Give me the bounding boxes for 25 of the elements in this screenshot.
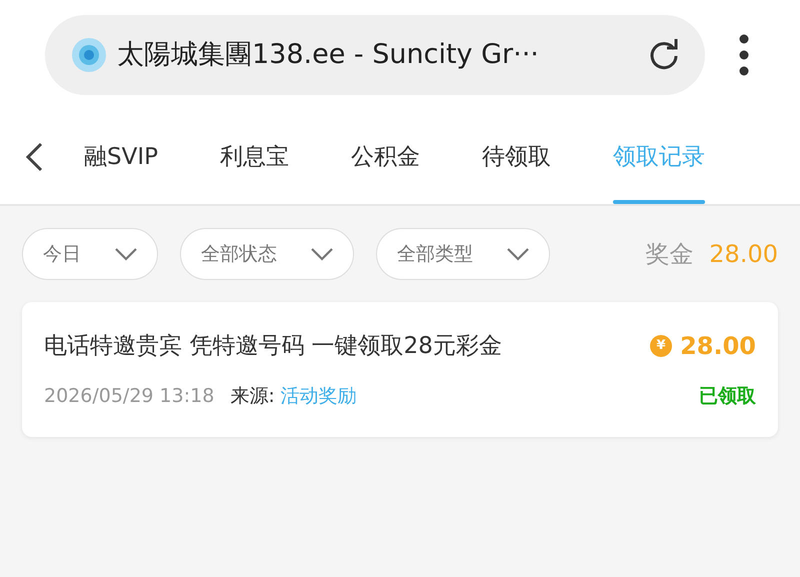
address-bar[interactable]: 太陽城集團138.ee - Suncity Gr···	[45, 15, 705, 95]
caret-icon	[311, 248, 333, 260]
filter-dropdown[interactable]: 全部类型	[376, 228, 550, 280]
back-icon[interactable]	[24, 142, 44, 172]
tab[interactable]: 公积金	[351, 110, 420, 204]
bonus-amount: 28.00	[709, 239, 778, 270]
coin-icon: ¥	[650, 335, 672, 357]
record-amount: 28.00	[680, 331, 756, 362]
record-time: 2026/05/29 13:18	[44, 384, 214, 409]
site-icon	[69, 35, 109, 75]
tab[interactable]: 融SVIP	[84, 110, 158, 204]
page-title: 太陽城集團138.ee - Suncity Gr···	[117, 38, 540, 72]
caret-icon	[115, 248, 137, 260]
record-title: 电话特邀贵宾 凭特邀号码 一键领取28元彩金	[44, 332, 502, 361]
source-label: 来源:	[230, 384, 275, 409]
filter-dropdown[interactable]: 全部状态	[180, 228, 354, 280]
status-text: 已领取	[699, 384, 756, 409]
tab[interactable]: 利息宝	[220, 110, 289, 204]
caret-icon	[507, 248, 529, 260]
source-value: 活动奖励	[280, 384, 357, 409]
bonus-label: 奖金	[645, 239, 694, 270]
filter-dropdown[interactable]: 今日	[22, 228, 158, 280]
menu-icon[interactable]	[739, 34, 749, 76]
tab[interactable]: 待领取	[482, 110, 551, 204]
record-card[interactable]: 电话特邀贵宾 凭特邀号码 一键领取28元彩金 ¥ 28.00 2026/05/29 13:18 来源: 活动奖励 已领取	[22, 302, 778, 436]
